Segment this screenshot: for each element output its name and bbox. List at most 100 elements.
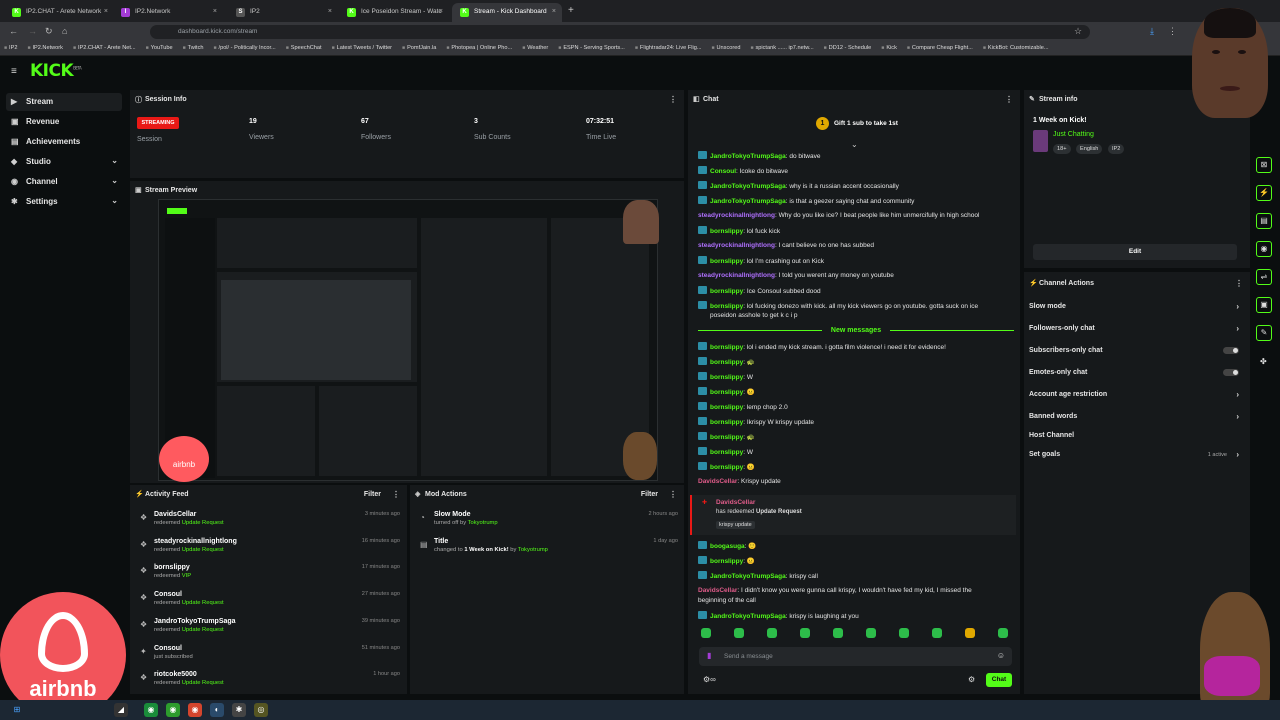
kebab-icon[interactable]: ⋮ bbox=[392, 490, 400, 499]
bookmark-item[interactable]: Twitch bbox=[183, 45, 204, 51]
new-tab-icon[interactable]: + bbox=[568, 5, 574, 16]
chat-username[interactable]: bornslippy bbox=[710, 359, 743, 366]
bookmark-item[interactable]: ESPN - Serving Sports... bbox=[558, 45, 625, 51]
close-icon[interactable]: × bbox=[104, 8, 108, 15]
emote-icon[interactable] bbox=[767, 628, 777, 638]
mod-filter-button[interactable]: Filter bbox=[641, 491, 658, 498]
rail-button-5[interactable]: ⇌ bbox=[1256, 269, 1272, 285]
rail-button-1[interactable]: ⊠ bbox=[1256, 157, 1272, 173]
chat-message[interactable]: bornslippy: lol i ended my kick stream. … bbox=[698, 342, 1016, 353]
taskbar-app-icon[interactable]: ◉ bbox=[144, 703, 158, 717]
chat-message[interactable]: bornslippy: 🐢 bbox=[698, 432, 1016, 443]
sidebar-item-stream[interactable]: ▶ Stream bbox=[6, 93, 122, 111]
chat-message[interactable]: JandroTokyoTrumpSaga: krispy is laughing… bbox=[698, 611, 1016, 622]
activity-item[interactable]: ❖ bornslippy redeemed VIP 17 minutes ago bbox=[140, 564, 400, 579]
bookmark-item[interactable]: Unscored bbox=[711, 45, 741, 51]
chat-message[interactable]: JandroTokyoTrumpSaga: why is it a russia… bbox=[698, 181, 1016, 192]
emote-icon[interactable] bbox=[932, 628, 942, 638]
activity-item[interactable]: ❖ DavidsCellar redeemed Update Request 3 mi… bbox=[140, 511, 400, 526]
stream-tag[interactable]: IP2 bbox=[1108, 144, 1125, 154]
chat-username[interactable]: JandroTokyoTrumpSaga bbox=[710, 613, 786, 620]
chat-message[interactable]: bornslippy: 😐 bbox=[698, 556, 1016, 567]
chevron-down-icon[interactable]: ⌄ bbox=[851, 140, 858, 149]
chat-username[interactable]: boogasuga bbox=[710, 543, 745, 550]
emote-icon[interactable] bbox=[899, 628, 909, 638]
toggle-switch[interactable] bbox=[1223, 369, 1239, 376]
chat-username[interactable]: JandroTokyoTrumpSaga bbox=[710, 153, 786, 160]
redeem-user[interactable]: DavidsCellar bbox=[716, 499, 755, 506]
rail-button-2[interactable]: ⚡ bbox=[1256, 185, 1272, 201]
chat-message[interactable]: bornslippy: W bbox=[698, 447, 1016, 458]
star-icon[interactable]: ☆ bbox=[1074, 26, 1082, 37]
pinned-gift-message[interactable]: Gift 1 sub to take 1st bbox=[834, 120, 898, 127]
emote-icon[interactable] bbox=[800, 628, 810, 638]
chat-tools-icon[interactable]: ⚙∞ bbox=[703, 675, 716, 684]
menu-icon[interactable]: ≡ bbox=[11, 66, 17, 77]
rail-button-3[interactable]: ▤ bbox=[1256, 213, 1272, 229]
chat-username[interactable]: bornslippy bbox=[710, 419, 743, 426]
sidebar-item-settings[interactable]: ✱ Settings ⌄ bbox=[6, 193, 122, 211]
reload-icon[interactable]: ↻ bbox=[45, 26, 53, 37]
stream-category[interactable]: Just Chatting bbox=[1053, 131, 1094, 138]
extensions-icon[interactable]: ⋮ bbox=[1168, 26, 1177, 37]
rail-button-7[interactable]: ✎ bbox=[1256, 325, 1272, 341]
stream-tag[interactable]: 18+ bbox=[1053, 144, 1071, 154]
bookmark-item[interactable]: Flightradar24: Live Flig... bbox=[635, 45, 702, 51]
taskbar-app-icon[interactable]: ◎ bbox=[254, 703, 268, 717]
chat-message[interactable]: beginning of the call bbox=[698, 596, 1016, 606]
chat-message[interactable]: bornslippy: Ikrispy W krispy update bbox=[698, 417, 1016, 428]
chat-username[interactable]: JandroTokyoTrumpSaga bbox=[710, 198, 786, 205]
activity-item[interactable]: ❖ Consoul redeemed Update Request 27 minute… bbox=[140, 591, 400, 606]
emoji-icon[interactable]: ☺ bbox=[997, 651, 1005, 660]
chat-username[interactable]: bornslippy bbox=[710, 558, 743, 565]
bookmark-item[interactable]: spictank ...... ip7.netw... bbox=[750, 45, 813, 51]
bookmark-item[interactable]: YouTube bbox=[146, 45, 173, 51]
sidebar-item-channel[interactable]: ◉ Channel ⌄ bbox=[6, 173, 122, 191]
send-chat-button[interactable]: Chat bbox=[986, 673, 1012, 687]
chat-message[interactable]: bornslippy: Ice Consoul subbed dood bbox=[698, 286, 1016, 297]
chat-message[interactable]: bornslippy: lol I'm crashing out on Kick bbox=[698, 256, 1016, 267]
chat-username[interactable]: bornslippy bbox=[710, 449, 743, 456]
chat-message[interactable]: bornslippy: lemp chop 2.0 bbox=[698, 402, 1016, 413]
mod-action-user[interactable]: Tokyotrump bbox=[468, 520, 498, 526]
channel-action-host-channel[interactable]: Host Channel bbox=[1029, 432, 1239, 439]
activity-username[interactable]: riotcoke5000 bbox=[140, 671, 400, 678]
chat-username[interactable]: bornslippy bbox=[710, 434, 743, 441]
chat-message[interactable]: steadyrockinallnightlong: Why do you lik… bbox=[698, 211, 1016, 221]
channel-action-followers-only-chat[interactable]: Followers-only chat › bbox=[1029, 324, 1239, 333]
bookmark-item[interactable]: PomfJain.la bbox=[402, 45, 436, 51]
bookmark-item[interactable]: SpeechChat bbox=[286, 45, 322, 51]
chat-username[interactable]: JandroTokyoTrumpSaga bbox=[710, 573, 786, 580]
bookmark-item[interactable]: IP2.CHAT - Arete Net... bbox=[73, 45, 136, 51]
chat-message[interactable]: steadyrockinallnightlong: I told you wer… bbox=[698, 271, 1016, 281]
chat-message[interactable]: bornslippy: 😐 bbox=[698, 387, 1016, 398]
chat-message[interactable]: bornslippy: W bbox=[698, 372, 1016, 383]
chat-message[interactable]: bornslippy: 🐢 bbox=[698, 357, 1016, 368]
kebab-icon[interactable]: ⋮ bbox=[669, 95, 677, 104]
chat-message[interactable]: steadyrockinallnightlong: I cant believe… bbox=[698, 241, 1016, 251]
chat-message[interactable]: JandroTokyoTrumpSaga: do bitwave bbox=[698, 151, 1016, 162]
windows-start-icon[interactable]: ⊞ bbox=[10, 703, 24, 717]
channel-action-slow-mode[interactable]: Slow mode › bbox=[1029, 302, 1239, 311]
bookmark-item[interactable]: Kick bbox=[881, 45, 897, 51]
chat-username[interactable]: bornslippy bbox=[710, 374, 743, 381]
activity-item[interactable]: ❖ JandroTokyoTrumpSaga redeemed Update Req… bbox=[140, 618, 400, 633]
chat-username[interactable]: DavidsCellar bbox=[698, 478, 737, 485]
chat-username[interactable]: DavidsCellar bbox=[698, 587, 737, 594]
bookmark-item[interactable]: KickBot: Customizable... bbox=[983, 45, 1049, 51]
chat-message[interactable]: bornslippy: 😐 bbox=[698, 462, 1016, 473]
channel-action-emotes-only-chat[interactable]: Emotes-only chat bbox=[1029, 369, 1239, 376]
bookmark-item[interactable]: IP2 bbox=[4, 45, 17, 51]
activity-filter-button[interactable]: Filter bbox=[364, 491, 381, 498]
activity-item[interactable]: ✦ Consoul just subscribed 51 minutes ago bbox=[140, 645, 400, 660]
chat-username[interactable]: bornslippy bbox=[710, 404, 743, 411]
toggle-switch[interactable] bbox=[1223, 347, 1239, 354]
close-icon[interactable]: × bbox=[439, 8, 443, 15]
chat-message[interactable]: JandroTokyoTrumpSaga: krispy call bbox=[698, 571, 1016, 582]
emote-icon[interactable] bbox=[734, 628, 744, 638]
chat-username[interactable]: bornslippy bbox=[710, 344, 743, 351]
channel-action-account-age-restriction[interactable]: Account age restriction › bbox=[1029, 390, 1239, 399]
puzzle-icon[interactable]: ✤ bbox=[1260, 357, 1267, 366]
taskbar-app-icon[interactable]: ◐ bbox=[210, 703, 224, 717]
bookmark-item[interactable]: /pol/ - Politically Incor... bbox=[214, 45, 276, 51]
